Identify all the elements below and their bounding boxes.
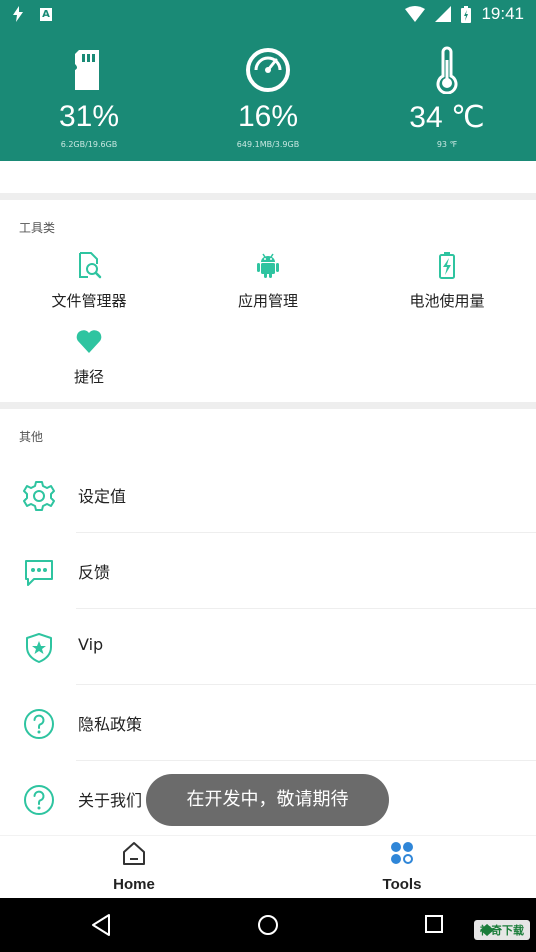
tool-label: 应用管理 [237,292,298,310]
row-label: 反馈 [78,563,111,582]
temperature-celsius: 34 ℃ [409,101,485,134]
tool-label: 捷径 [73,368,104,386]
battery-icon [461,5,472,23]
tools-section-title: 工具类 [19,221,56,235]
recents-icon[interactable] [424,914,444,934]
settings-row[interactable]: 设定值 [0,457,536,533]
nav-label: Tools [382,876,422,893]
temperature-fahrenheit: 93 ℉ [436,140,458,149]
file-search-icon [79,252,102,279]
tool-label: 电池使用量 [409,292,485,310]
nav-label: Home [113,876,155,893]
status-bar: A 19:41 [0,0,536,30]
thermometer-icon [436,46,458,94]
signal-icon [435,6,452,22]
tool-battery-usage[interactable]: 电池使用量 [358,250,536,311]
row-label: 隐私政策 [78,715,143,734]
tool-app-manager[interactable]: 应用管理 [179,250,357,311]
row-label: 关于我们 [78,791,143,810]
nav-home[interactable]: Home [0,836,268,899]
vip-row[interactable]: Vip [0,609,536,685]
sd-card-icon [75,50,99,90]
memory-detail: 649.1MB/3.9GB [236,140,300,149]
section-divider [0,193,536,200]
android-icon [257,253,279,278]
help-circle-icon [24,785,54,815]
shield-star-icon [26,633,52,663]
header-spacer [0,161,536,193]
chat-icon [25,560,53,586]
wifi-icon [405,6,426,22]
battery-charging-icon [439,252,455,279]
home-icon [123,842,145,865]
feedback-row[interactable]: 反馈 [0,533,536,609]
watermark-logo-icon [480,924,494,936]
tool-label: 文件管理器 [51,292,127,310]
tools-grid-icon [391,842,413,864]
storage-detail: 6.2GB/19.6GB [60,140,118,149]
tool-file-manager[interactable]: 文件管理器 [0,250,178,311]
other-section-title: 其他 [19,430,44,444]
row-label: 设定值 [78,487,127,506]
toast-message: 在开发中，敬请期待 [146,774,389,826]
bottom-navigation: Home Tools [0,835,536,898]
status-time: 19:41 [481,4,524,23]
storage-percent: 31% [58,100,120,133]
back-icon[interactable] [90,913,112,937]
flash-icon [13,6,23,22]
help-circle-icon [24,709,54,739]
home-button-icon[interactable] [256,913,280,937]
watermark: 神奇下载 [474,920,530,940]
speedometer-icon [246,48,290,92]
privacy-policy-row[interactable]: 隐私政策 [0,685,536,761]
nav-tools[interactable]: Tools [268,836,536,899]
temperature-stat: 34 ℃ 93 ℉ [358,30,536,161]
memory-stat: 16% 649.1MB/3.9GB [179,30,357,161]
storage-stat: 31% 6.2GB/19.6GB [0,30,178,161]
gear-icon [23,481,55,511]
notification-badge: A [40,7,52,21]
device-stats-header: 31% 6.2GB/19.6GB 16% 649.1MB/3.9GB 34 ℃ … [0,30,536,161]
row-label: Vip [78,635,104,654]
heart-icon [76,330,102,353]
tool-shortcut[interactable]: 捷径 [0,326,178,387]
section-divider [0,402,536,409]
memory-percent: 16% [237,100,299,133]
system-navigation-bar: 神奇下载 [0,898,536,952]
